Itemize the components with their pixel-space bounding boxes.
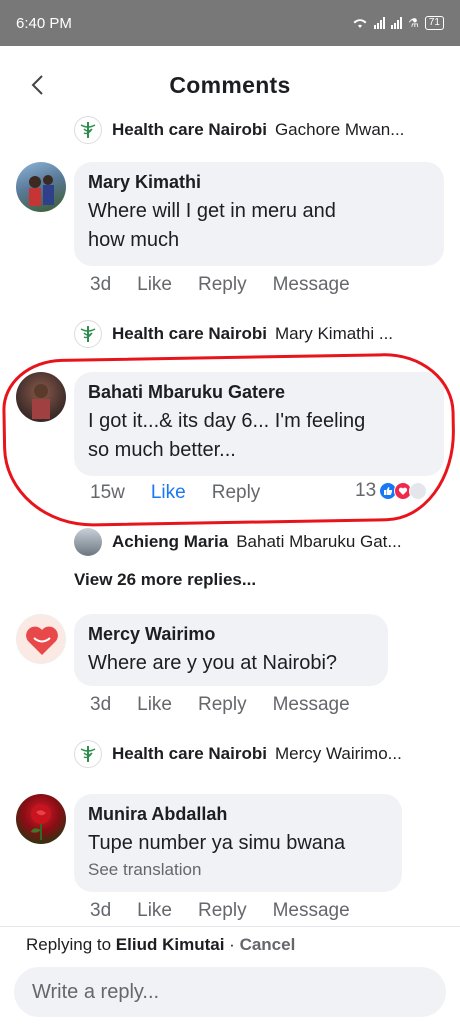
avatar[interactable] [16,162,66,212]
comment-text-line: Tupe number ya simu bwana [88,832,346,854]
comment-text-line: Where are y you at Nairobi? [88,652,338,674]
reply-text: Mercy Wairimo... [274,744,402,763]
reply-author[interactable]: Achieng Maria [112,532,228,552]
flask-icon: ⚗ [408,16,419,30]
reply-preview[interactable]: Health care Nairobi Gachore Mwan... [74,116,454,144]
comment-author[interactable]: Munira Abdallah [88,803,388,825]
reaction-summary[interactable]: 13 [355,480,428,502]
wifi-icon [353,19,367,28]
reply-text: Mary Kimathi ... [274,324,394,343]
comment-text-line: so much better... [88,439,236,461]
comment-actions: 3d Like Reply Message [90,900,376,922]
message-button[interactable]: Message [273,900,350,922]
battery-level: 71 [428,17,440,28]
reply-preview[interactable]: Health care Nairobi Mary Kimathi ... [74,320,454,348]
person-photo-icon [29,175,54,206]
status-bar: 6:40 PM ⚗ 71 [0,0,460,46]
reply-author[interactable]: Health care Nairobi [112,324,267,344]
reply-author[interactable]: Health care Nairobi [112,120,267,140]
replying-prefix: Replying to [26,935,112,954]
caduceus-icon [80,746,96,762]
comment-text: I got it...& its day 6... I'm feeling so… [88,407,430,465]
replying-to-name: Eliud Kimutai [115,935,225,954]
reply-button[interactable]: Reply [198,274,247,296]
view-more-replies-link[interactable]: View 26 more replies... [74,570,256,590]
reply-preview[interactable]: Achieng Maria Bahati Mbaruku Gat... [74,528,454,556]
message-button[interactable]: Message [273,274,350,296]
comment-text-line: how much [88,229,180,251]
comment-thread[interactable]: Health care Nairobi Gachore Mwan... Mary… [0,110,460,928]
signal-2-icon [391,17,403,29]
reply-input[interactable] [14,967,446,1017]
reply-button[interactable]: Reply [198,900,247,922]
reaction-icon [409,482,428,500]
avatar [74,320,102,348]
comment-time: 3d [90,694,112,715]
comment-actions: 3d Like Reply Message [90,274,376,296]
rose-icon [31,804,51,840]
comment-time: 3d [90,900,112,921]
see-translation-link[interactable]: See translation [88,860,388,880]
comment-text-line: I got it...& its day 6... I'm feeling [88,410,366,432]
caduceus-icon [80,122,96,138]
reply-text: Bahati Mbaruku Gat... [236,532,402,551]
avatar[interactable] [16,372,66,422]
status-icons: ⚗ 71 [352,16,444,30]
comment-text: Where will I get in meru and how much [88,197,430,255]
comment-time: 15w [90,482,125,503]
avatar [74,528,102,556]
cancel-reply-button[interactable]: Cancel [240,935,296,954]
like-button[interactable]: Like [151,482,186,504]
like-button[interactable]: Like [137,900,172,922]
signal-icon [374,17,386,29]
page-title: Comments [169,71,291,98]
avatar [74,740,102,768]
comment-time: 3d [90,274,112,295]
comment-text: Tupe number ya simu bwana [88,829,388,858]
person-photo-icon [32,384,50,419]
like-button[interactable]: Like [137,274,172,296]
comment-bubble[interactable]: Bahati Mbaruku Gatere I got it...& its d… [74,372,444,476]
separator: · [229,935,235,954]
message-button[interactable]: Message [273,694,350,716]
avatar[interactable] [16,794,66,844]
avatar [74,116,102,144]
comment-bubble[interactable]: Mercy Wairimo Where are y you at Nairobi… [74,614,388,686]
comment-bubble[interactable]: Mary Kimathi Where will I get in meru an… [74,162,444,266]
caduceus-icon [80,326,96,342]
like-button[interactable]: Like [137,694,172,716]
comment-text-line: Where will I get in meru and [88,200,336,222]
heart-hands-icon [26,626,58,655]
reaction-count: 13 [355,480,377,501]
reply-button[interactable]: Reply [212,482,261,504]
reply-composer: Replying to Eliud Kimutai · Cancel [0,926,460,1024]
comment-author[interactable]: Mary Kimathi [88,171,430,193]
battery-icon: 71 [424,16,444,30]
reply-preview[interactable]: Health care Nairobi Mercy Wairimo... [74,740,454,768]
comment-text: Where are y you at Nairobi? [88,649,374,678]
comment-author[interactable]: Mercy Wairimo [88,623,374,645]
reply-text: Gachore Mwan... [274,120,405,139]
status-time: 6:40 PM [16,14,72,32]
comment-bubble[interactable]: Munira Abdallah Tupe number ya simu bwan… [74,794,402,892]
comment-actions: 3d Like Reply Message [90,694,376,716]
reply-button[interactable]: Reply [198,694,247,716]
reply-author[interactable]: Health care Nairobi [112,744,267,764]
replying-to-label: Replying to Eliud Kimutai · Cancel [26,935,295,955]
avatar[interactable] [16,614,66,664]
comment-author[interactable]: Bahati Mbaruku Gatere [88,381,430,403]
back-arrow-icon [31,75,43,95]
back-button[interactable] [22,70,52,100]
comment-actions: 15w Like Reply [90,482,286,504]
